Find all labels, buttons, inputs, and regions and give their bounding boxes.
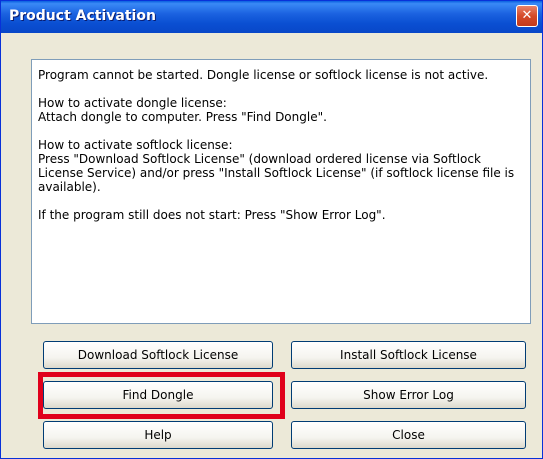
message-paragraph-softlock: How to activate softlock license: Press … (38, 138, 515, 194)
title-bar[interactable]: Product Activation ✕ (1, 1, 542, 33)
message-paragraph-status: Program cannot be started. Dongle licens… (38, 68, 489, 82)
download-softlock-license-button[interactable]: Download Softlock License (43, 341, 273, 369)
dialog-title: Product Activation (9, 8, 156, 24)
message-paragraph-error-log: If the program still does not start: Pre… (38, 208, 386, 222)
help-button[interactable]: Help (43, 421, 273, 449)
close-icon[interactable]: ✕ (516, 5, 538, 27)
product-activation-dialog: Product Activation ✕ Program cannot be s… (0, 0, 543, 459)
message-paragraph-dongle: How to activate dongle license: Attach d… (38, 96, 327, 124)
show-error-log-button[interactable]: Show Error Log (291, 381, 526, 409)
find-dongle-button[interactable]: Find Dongle (43, 381, 273, 409)
message-text-box: Program cannot be started. Dongle licens… (31, 59, 531, 324)
install-softlock-license-button[interactable]: Install Softlock License (291, 341, 526, 369)
close-button[interactable]: Close (291, 421, 526, 449)
